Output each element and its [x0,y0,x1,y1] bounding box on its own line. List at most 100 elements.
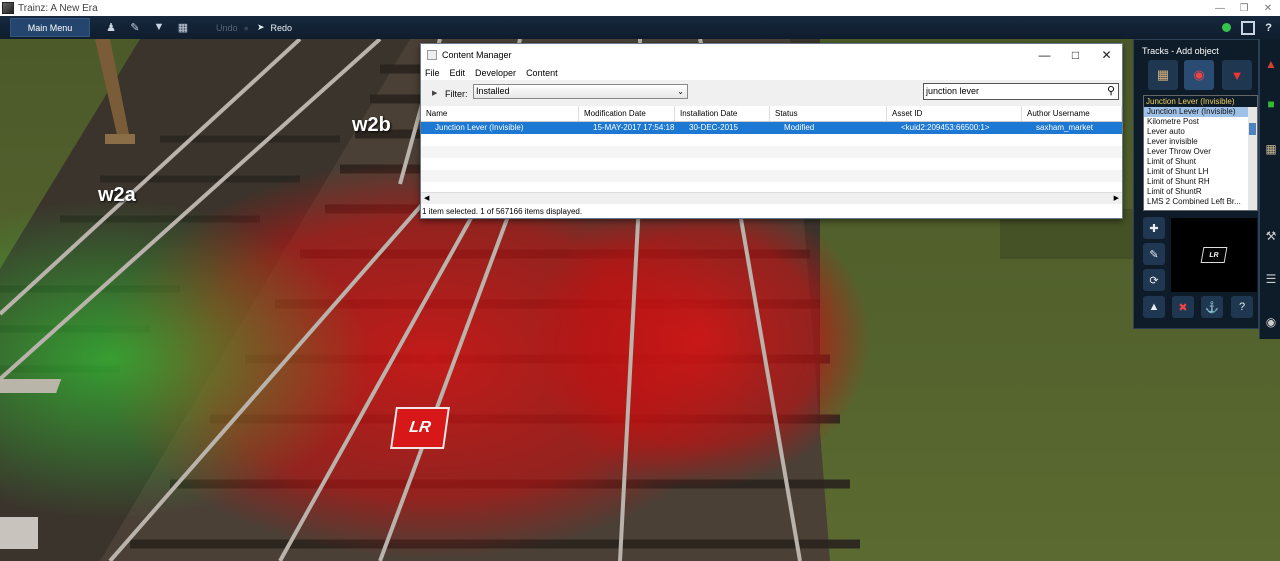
table-header: Name Modification Date Installation Date… [421,106,1122,122]
person-icon[interactable]: ♟ [100,21,122,34]
main-menu-button[interactable]: Main Menu [10,18,90,37]
search-input[interactable]: junction lever ⚲ [923,83,1119,100]
terrain-icon[interactable]: ▲ [1263,57,1279,73]
horizontal-scrollbar[interactable]: ◀ ▶ [421,192,1122,204]
list-item[interactable]: Lever auto [1144,127,1248,137]
undo-arrow-icon: ● [243,22,249,33]
redo-button[interactable]: Redo [271,23,293,33]
tools-icon[interactable]: ⚒ [1263,229,1279,245]
edit-icon[interactable]: ✎ [124,21,146,34]
cm-minimize-icon[interactable]: — [1029,48,1060,62]
add-icon[interactable]: ✚ [1143,217,1165,239]
list-item[interactable]: Limit of Shunt RH [1144,177,1248,187]
window-title: Trainz: A New Era [18,2,98,14]
filter-icon[interactable]: ▼ [148,21,170,34]
cm-close-icon[interactable]: ✕ [1091,48,1122,62]
cell-status: Modified [784,123,815,132]
grid-icon[interactable]: ▦ [172,21,194,34]
chevron-down-icon: ⌄ [677,87,684,96]
track-segment-icon[interactable]: ▦ [1148,60,1178,90]
object-list-header: Junction Lever (Invisible) [1144,96,1257,107]
empty-row [421,170,1122,182]
content-manager-title: Content Manager [442,50,512,60]
cm-maximize-icon[interactable]: □ [1060,48,1091,62]
column-header-installation-date[interactable]: Installation Date [675,106,770,121]
track-marker-icon[interactable]: ▼ [1222,60,1252,90]
content-manager-icon [427,50,437,60]
table-row[interactable]: Junction Lever (Invisible) 15-MAY-2017 1… [421,122,1122,144]
game-toolbar: Main Menu ♟ ✎ ▼ ▦ Undo ● ➤ Redo ? [0,16,1280,39]
column-header-name[interactable]: Name [421,106,579,121]
filter-dropdown[interactable]: Installed ⌄ [473,84,688,99]
empty-row [421,158,1122,170]
cm-status-bar: 1 item selected. 1 of 567166 items displ… [421,205,1122,218]
rotate-icon[interactable]: ⟳ [1143,269,1165,291]
restore-icon[interactable]: ❐ [1232,3,1256,14]
scroll-right-icon[interactable]: ▶ [1114,194,1119,202]
close-icon[interactable]: ✕ [1256,3,1280,14]
minimize-icon[interactable]: — [1208,3,1232,14]
cell-name: Junction Lever (Invisible) [435,123,524,132]
column-header-status[interactable]: Status [770,106,887,121]
app-icon [2,2,14,14]
track-label-a[interactable]: w2a [98,184,136,207]
empty-row [421,146,1122,158]
delete-icon[interactable]: ✖ [1172,296,1194,318]
list-item[interactable]: Limit of Shunt LH [1144,167,1248,177]
undo-button[interactable]: Undo [216,23,238,33]
redo-arrow-icon[interactable]: ➤ [257,22,265,33]
junction-lever-marker[interactable]: LR [390,407,450,449]
settings-icon[interactable]: ◉ [1263,315,1279,331]
content-manager-window[interactable]: Content Manager — □ ✕ File Edit Develope… [420,43,1123,219]
column-header-modification-date[interactable]: Modification Date [579,106,675,121]
scroll-left-icon[interactable]: ◀ [424,194,429,202]
list-item[interactable]: Limit of Shunt [1144,157,1248,167]
track-label-b[interactable]: w2b [352,114,391,137]
toolbar-tools: ♟ ✎ ▼ ▦ [98,21,194,34]
expand-triangle-icon[interactable]: ▶ [432,89,437,97]
junction-lever-icon[interactable]: ◉ [1184,60,1214,90]
search-input-value: junction lever [926,86,980,96]
move-tool-icon[interactable]: ▲ [1143,296,1165,318]
list-item[interactable]: Junction Lever (Invisible) [1144,107,1248,117]
help-icon[interactable]: ? [1265,22,1272,34]
object-icon[interactable]: ▦ [1263,142,1279,158]
object-list[interactable]: Junction Lever (Invisible) Junction Leve… [1143,95,1258,211]
menu-edit[interactable]: Edit [450,68,466,78]
cell-author-username: saxham_market [1036,123,1093,132]
list-scrollbar[interactable] [1248,107,1257,210]
column-header-author-username[interactable]: Author Username [1022,106,1122,121]
empty-row [421,134,1122,146]
search-icon[interactable]: ⚲ [1107,84,1115,99]
menu-developer[interactable]: Developer [475,68,516,78]
list-item[interactable]: Lever Throw Over [1144,147,1248,157]
help-icon[interactable]: ? [1231,296,1253,318]
cm-asset-table: Name Modification Date Installation Date… [421,106,1122,194]
os-title-bar: Trainz: A New Era — ❐ ✕ [0,0,1280,16]
list-item[interactable]: Limit of ShuntR [1144,187,1248,197]
menu-file[interactable]: File [425,68,440,78]
column-header-asset-id[interactable]: Asset ID [887,106,1022,121]
content-manager-titlebar[interactable]: Content Manager — □ ✕ [421,44,1122,66]
side-tool-strip: ▲ ■ ▦ ⚒ ☰ ◉ [1259,39,1280,339]
menu-content[interactable]: Content [526,68,558,78]
list-item[interactable]: LMS 2 Combined Left Br... [1144,197,1248,207]
filter-dropdown-value: Installed [476,86,510,96]
window-controls: — ❐ ✕ [1208,3,1280,14]
layers-icon[interactable]: ☰ [1263,272,1279,288]
anchor-icon[interactable]: ⚓ [1201,296,1223,318]
track-icon[interactable]: ■ [1263,97,1279,113]
panel-title: Tracks - Add object [1142,46,1219,56]
cell-installation-date: 30-DEC-2015 11:13:14 [689,123,738,144]
wrench-icon[interactable]: ✎ [1143,243,1165,265]
cell-modification-date: 15-MAY-2017 17:54:18 [593,123,675,132]
add-object-panel: Tracks - Add object ▦ ◉ ▼ Junction Lever… [1133,39,1259,329]
list-item[interactable]: Kilometre Post [1144,117,1248,127]
cell-asset-id: <kuid2:209453:66500:1> [901,123,990,132]
scroll-thumb[interactable] [1249,123,1256,135]
film-icon[interactable] [1241,20,1256,35]
cm-menubar: File Edit Developer Content [421,66,1122,80]
list-item[interactable]: Lever invisible [1144,137,1248,147]
filter-label: Filter: [445,89,468,99]
content-manager-window-controls: — □ ✕ [1029,48,1122,62]
